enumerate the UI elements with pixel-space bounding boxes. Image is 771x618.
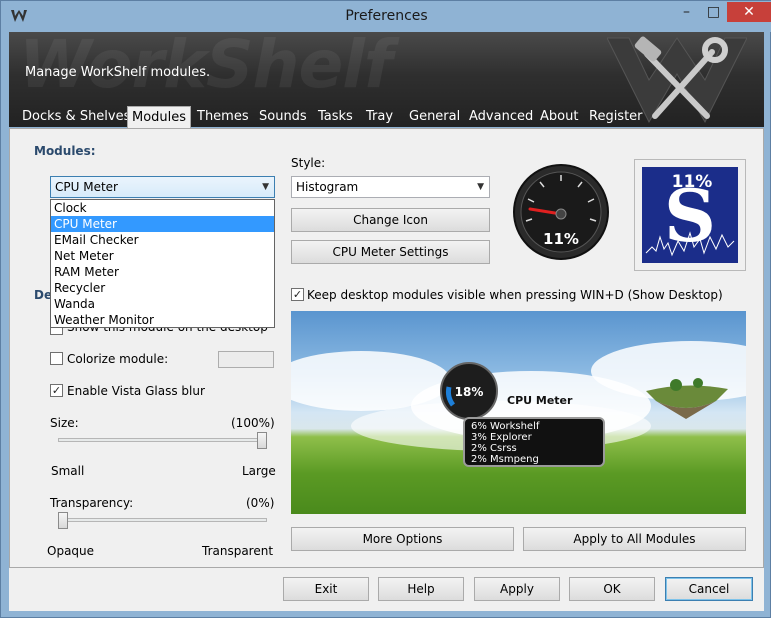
minimize-button[interactable]: – bbox=[673, 2, 700, 22]
module-select[interactable]: CPU Meter ▼ bbox=[50, 176, 275, 198]
ok-button[interactable]: OK bbox=[569, 577, 655, 601]
color-swatch[interactable] bbox=[218, 351, 274, 368]
size-slider-thumb[interactable] bbox=[257, 432, 267, 449]
transparency-value: (0%) bbox=[246, 496, 275, 510]
size-min-label: Small bbox=[51, 464, 85, 478]
gauge-thumb-value: 11% bbox=[543, 230, 579, 248]
keep-visible-label: Keep desktop modules visible when pressi… bbox=[307, 288, 723, 302]
transparency-label: Transparency: bbox=[50, 496, 134, 510]
vista-glass-label: Enable Vista Glass blur bbox=[67, 384, 205, 398]
apply-button[interactable]: Apply bbox=[474, 577, 560, 601]
dropdown-item-recycler[interactable]: Recycler bbox=[51, 280, 274, 296]
dropdown-item-email-checker[interactable]: EMail Checker bbox=[51, 232, 274, 248]
transparency-min-label: Opaque bbox=[47, 544, 95, 558]
tab-sounds[interactable]: Sounds bbox=[255, 108, 311, 128]
histogram-style-preview[interactable]: S 11% bbox=[634, 159, 746, 271]
apply-to-all-button[interactable]: Apply to All Modules bbox=[523, 527, 746, 551]
transparency-max-label: Transparent bbox=[202, 544, 274, 558]
close-button[interactable]: ✕ bbox=[727, 2, 771, 22]
dropdown-item-wanda[interactable]: Wanda bbox=[51, 296, 274, 312]
size-max-label: Large bbox=[242, 464, 276, 478]
dropdown-item-cpu-meter[interactable]: CPU Meter bbox=[51, 216, 274, 232]
colorize-label: Colorize module: bbox=[67, 352, 169, 366]
size-slider-track[interactable] bbox=[58, 438, 267, 442]
histogram-graph: S 11% bbox=[645, 172, 735, 258]
tab-advanced[interactable]: Advanced bbox=[465, 108, 537, 128]
process-item: 2% Csrss bbox=[471, 443, 517, 454]
chevron-down-icon: ▼ bbox=[262, 182, 269, 192]
process-list: 6% Workshelf 3% Explorer 2% Csrss 2% Msm… bbox=[463, 417, 605, 467]
colorize-checkbox[interactable] bbox=[50, 352, 63, 365]
help-button[interactable]: Help bbox=[378, 577, 464, 601]
banner-description: Manage WorkShelf modules. bbox=[25, 65, 211, 80]
tab-modules[interactable]: Modules bbox=[127, 106, 192, 129]
preview-meter-value: 18% bbox=[455, 385, 484, 399]
tab-strip: Docks & Shelves Modules Themes Sounds Ta… bbox=[9, 106, 764, 129]
transparency-slider-thumb[interactable] bbox=[58, 512, 68, 529]
preview-meter-title: CPU Meter bbox=[507, 394, 573, 407]
window-title: Preferences bbox=[345, 8, 428, 24]
keep-visible-checkbox[interactable]: ✓ bbox=[291, 288, 304, 301]
maximize-button[interactable]: □ bbox=[700, 2, 727, 22]
tab-about[interactable]: About bbox=[536, 108, 582, 128]
tab-docks-shelves[interactable]: Docks & Shelves bbox=[18, 108, 134, 128]
title-bar[interactable]: Preferences – □ ✕ bbox=[1, 1, 771, 32]
size-value: (100%) bbox=[231, 416, 275, 430]
tab-general[interactable]: General bbox=[405, 108, 464, 128]
dropdown-item-clock[interactable]: Clock bbox=[51, 200, 274, 216]
tab-tasks[interactable]: Tasks bbox=[314, 108, 357, 128]
change-icon-button[interactable]: Change Icon bbox=[291, 208, 490, 232]
s-thumb-value: 11% bbox=[672, 172, 713, 192]
more-options-button[interactable]: More Options bbox=[291, 527, 514, 551]
gauge-style-preview[interactable]: 11% bbox=[512, 163, 610, 261]
tab-register[interactable]: Register bbox=[585, 108, 647, 128]
module-dropdown-list[interactable]: Clock CPU Meter EMail Checker Net Meter … bbox=[50, 199, 275, 328]
style-label: Style: bbox=[291, 156, 326, 170]
vista-glass-checkbox[interactable]: ✓ bbox=[50, 384, 63, 397]
transparency-slider-track[interactable] bbox=[58, 518, 267, 522]
tab-themes[interactable]: Themes bbox=[193, 108, 253, 128]
size-label: Size: bbox=[50, 416, 79, 430]
desktop-preview: 18% CPU Meter 6% Workshelf 3% Explorer 2… bbox=[291, 311, 746, 514]
preferences-window: Preferences – □ ✕ WorkShelf Manage WorkS… bbox=[0, 0, 771, 618]
process-item: 2% Msmpeng bbox=[471, 454, 539, 465]
style-select[interactable]: Histogram ▼ bbox=[291, 176, 490, 198]
chevron-down-icon: ▼ bbox=[477, 182, 484, 192]
histogram-preview-face: S 11% bbox=[642, 167, 738, 263]
cpu-meter-dial: 18% bbox=[440, 362, 498, 420]
exit-button[interactable]: Exit bbox=[283, 577, 369, 601]
module-select-value: CPU Meter bbox=[55, 180, 118, 194]
modules-group-label: Modules: bbox=[34, 144, 96, 158]
tab-tray[interactable]: Tray bbox=[362, 108, 397, 128]
cancel-button[interactable]: Cancel bbox=[665, 577, 753, 601]
dropdown-item-ram-meter[interactable]: RAM Meter bbox=[51, 264, 274, 280]
dropdown-item-net-meter[interactable]: Net Meter bbox=[51, 248, 274, 264]
dropdown-item-weather-monitor[interactable]: Weather Monitor bbox=[51, 312, 274, 328]
style-select-value: Histogram bbox=[296, 180, 359, 194]
process-item: 3% Explorer bbox=[471, 432, 532, 443]
module-settings-button[interactable]: CPU Meter Settings bbox=[291, 240, 490, 264]
process-item: 6% Workshelf bbox=[471, 421, 540, 432]
floating-island-image bbox=[646, 378, 728, 419]
